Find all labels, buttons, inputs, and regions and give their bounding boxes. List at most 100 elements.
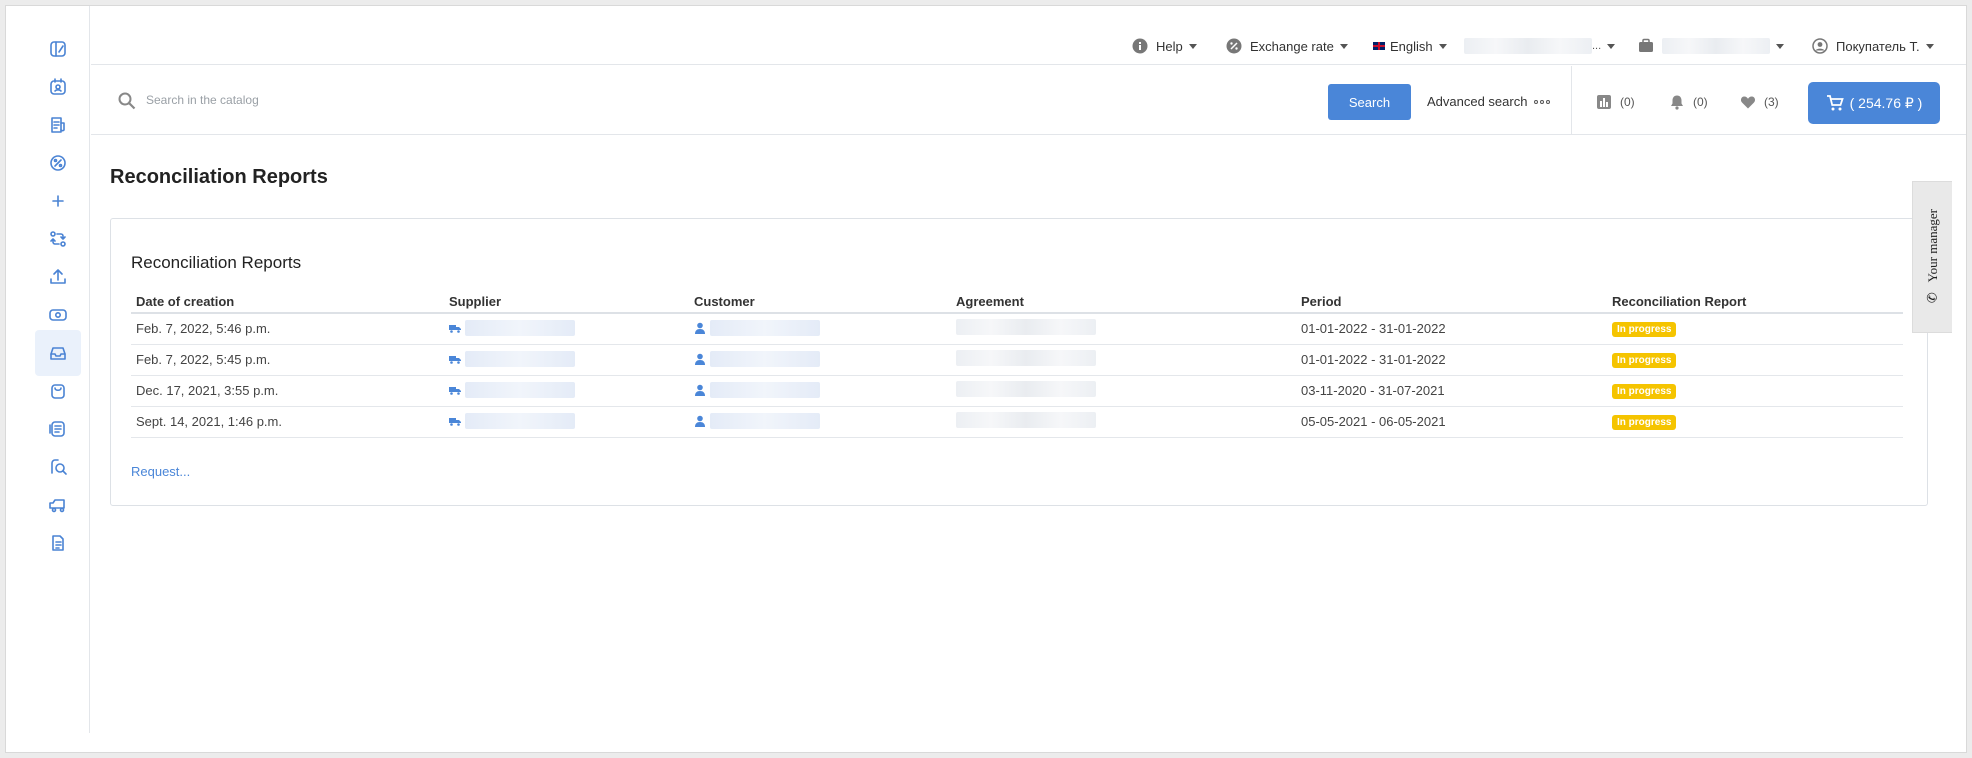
user-circle-icon [1812,38,1828,54]
table-row[interactable]: Dec. 17, 2021, 3:55 p.m. 03-11-2020 - 31… [131,375,1903,407]
customer-redacted[interactable] [710,351,820,367]
favorites-count: (3) [1764,95,1779,109]
notifications-count: (0) [1693,95,1708,109]
truck-icon [449,418,461,426]
help-menu[interactable]: Help [1132,36,1197,56]
card-title: Reconciliation Reports [131,253,302,272]
company-name-redacted [1662,38,1770,54]
manager-tab-text: Your manager [1924,208,1940,283]
row-date: Dec. 17, 2021, 3:55 p.m. [131,375,444,407]
header-date[interactable]: Date of creation [131,291,444,314]
agreement-redacted [956,412,1096,428]
table-row[interactable]: Feb. 7, 2022, 5:46 p.m. 01-01-2022 - 31-… [131,313,1903,345]
reports-card: Reconciliation Reports Date of creation … [110,218,1928,506]
row-date: Sept. 14, 2021, 1:46 p.m. [131,406,444,438]
agreement-redacted [956,350,1096,366]
row-agreement [951,344,1296,376]
table-row[interactable]: Sept. 14, 2021, 1:46 p.m. 05-05-2021 - 0… [131,406,1903,438]
truck-icon [49,499,65,513]
notifications-counter[interactable]: (0) [1669,94,1708,110]
request-link[interactable]: Request... [131,464,190,479]
search-input[interactable] [146,88,1046,112]
calendar-icon [50,78,66,95]
plus-icon [52,195,64,207]
user-menu[interactable]: Покупатель Т. [1812,36,1934,56]
compare-count: (0) [1620,95,1635,109]
supplier-redacted[interactable] [465,320,575,337]
row-agreement [951,313,1296,345]
chevron-down-icon [1339,43,1348,49]
account-menu[interactable]: ... [1464,36,1616,56]
user-icon [695,415,705,427]
money-icon [49,309,67,321]
sidebar [6,6,90,733]
chevron-down-icon [1607,43,1616,49]
row-period: 05-05-2021 - 06-05-2021 [1296,406,1607,438]
status-badge: In progress [1612,322,1677,338]
row-customer [689,313,951,345]
advanced-search-label: Advanced search [1427,94,1528,109]
status-badge: In progress [1612,353,1677,368]
row-period: 03-11-2020 - 31-07-2021 [1296,375,1607,407]
language-label: English [1390,38,1433,54]
file-icon [52,535,64,551]
uk-flag-icon [1373,42,1385,50]
row-period: 01-01-2022 - 31-01-2022 [1296,344,1607,376]
cart-total: ( 254.76 ₽ ) [1849,94,1923,111]
chevron-down-icon [1188,43,1197,49]
info-icon [1132,38,1148,54]
table-row[interactable]: Feb. 7, 2022, 5:45 p.m. 01-01-2022 - 31-… [131,344,1903,376]
row-status: In progress [1607,313,1903,345]
row-status: In progress [1607,375,1903,407]
customer-redacted[interactable] [710,320,820,337]
compare-chart-icon [1597,95,1611,109]
row-supplier [444,406,689,438]
exchange-rate-menu[interactable]: Exchange rate [1226,36,1348,56]
row-agreement [951,375,1296,407]
supplier-redacted[interactable] [465,382,575,398]
your-manager-label: ✆ Your manager [1925,209,1941,306]
compare-counter[interactable]: (0) [1596,94,1635,110]
chevron-down-icon [1776,43,1784,49]
help-label: Help [1156,38,1183,54]
search-button[interactable]: Search [1328,84,1411,120]
divider [1571,66,1572,134]
search-icon [118,92,136,110]
header-customer[interactable]: Customer [689,291,951,314]
account-suffix: ... [1592,40,1602,52]
invoice-icon [51,117,65,133]
table-header-row: Date of creation Supplier Customer Agree… [131,291,1903,314]
sidebar-item-files[interactable] [35,520,81,566]
header-agreement[interactable]: Agreement [951,291,1296,314]
top-bar: Help Exchange rate English ... Покупател… [91,6,1966,65]
company-menu[interactable] [1638,36,1784,56]
search-bar: Search Advanced search (0) (0) (3) ( 254… [91,66,1966,135]
language-menu[interactable]: English [1373,36,1447,56]
exchange-icon [50,231,66,247]
catalog-icon [50,41,66,57]
your-manager-tab[interactable]: ✆ Your manager [1912,181,1952,333]
truck-icon [449,387,461,395]
user-icon [695,353,705,365]
truck-icon [449,356,461,364]
more-dots-icon [1534,99,1551,104]
row-date: Feb. 7, 2022, 5:46 p.m. [131,313,444,345]
briefcase-icon [1638,38,1654,54]
advanced-search-link[interactable]: Advanced search [1427,94,1551,109]
header-report[interactable]: Reconciliation Report [1607,291,1903,314]
truck-icon [449,325,461,334]
supplier-redacted[interactable] [465,351,575,367]
heart-icon [1740,96,1756,109]
customer-redacted[interactable] [710,413,820,429]
cart-button[interactable]: ( 254.76 ₽ ) [1808,82,1940,124]
supplier-redacted[interactable] [465,413,575,429]
favorites-counter[interactable]: (3) [1740,94,1779,110]
header-supplier[interactable]: Supplier [444,291,689,314]
status-badge: In progress [1612,415,1677,430]
row-customer [689,406,951,438]
inbox-icon [50,347,66,360]
row-customer [689,344,951,376]
customer-redacted[interactable] [710,382,820,398]
header-period[interactable]: Period [1296,291,1607,314]
reports-table: Date of creation Supplier Customer Agree… [131,291,1903,438]
